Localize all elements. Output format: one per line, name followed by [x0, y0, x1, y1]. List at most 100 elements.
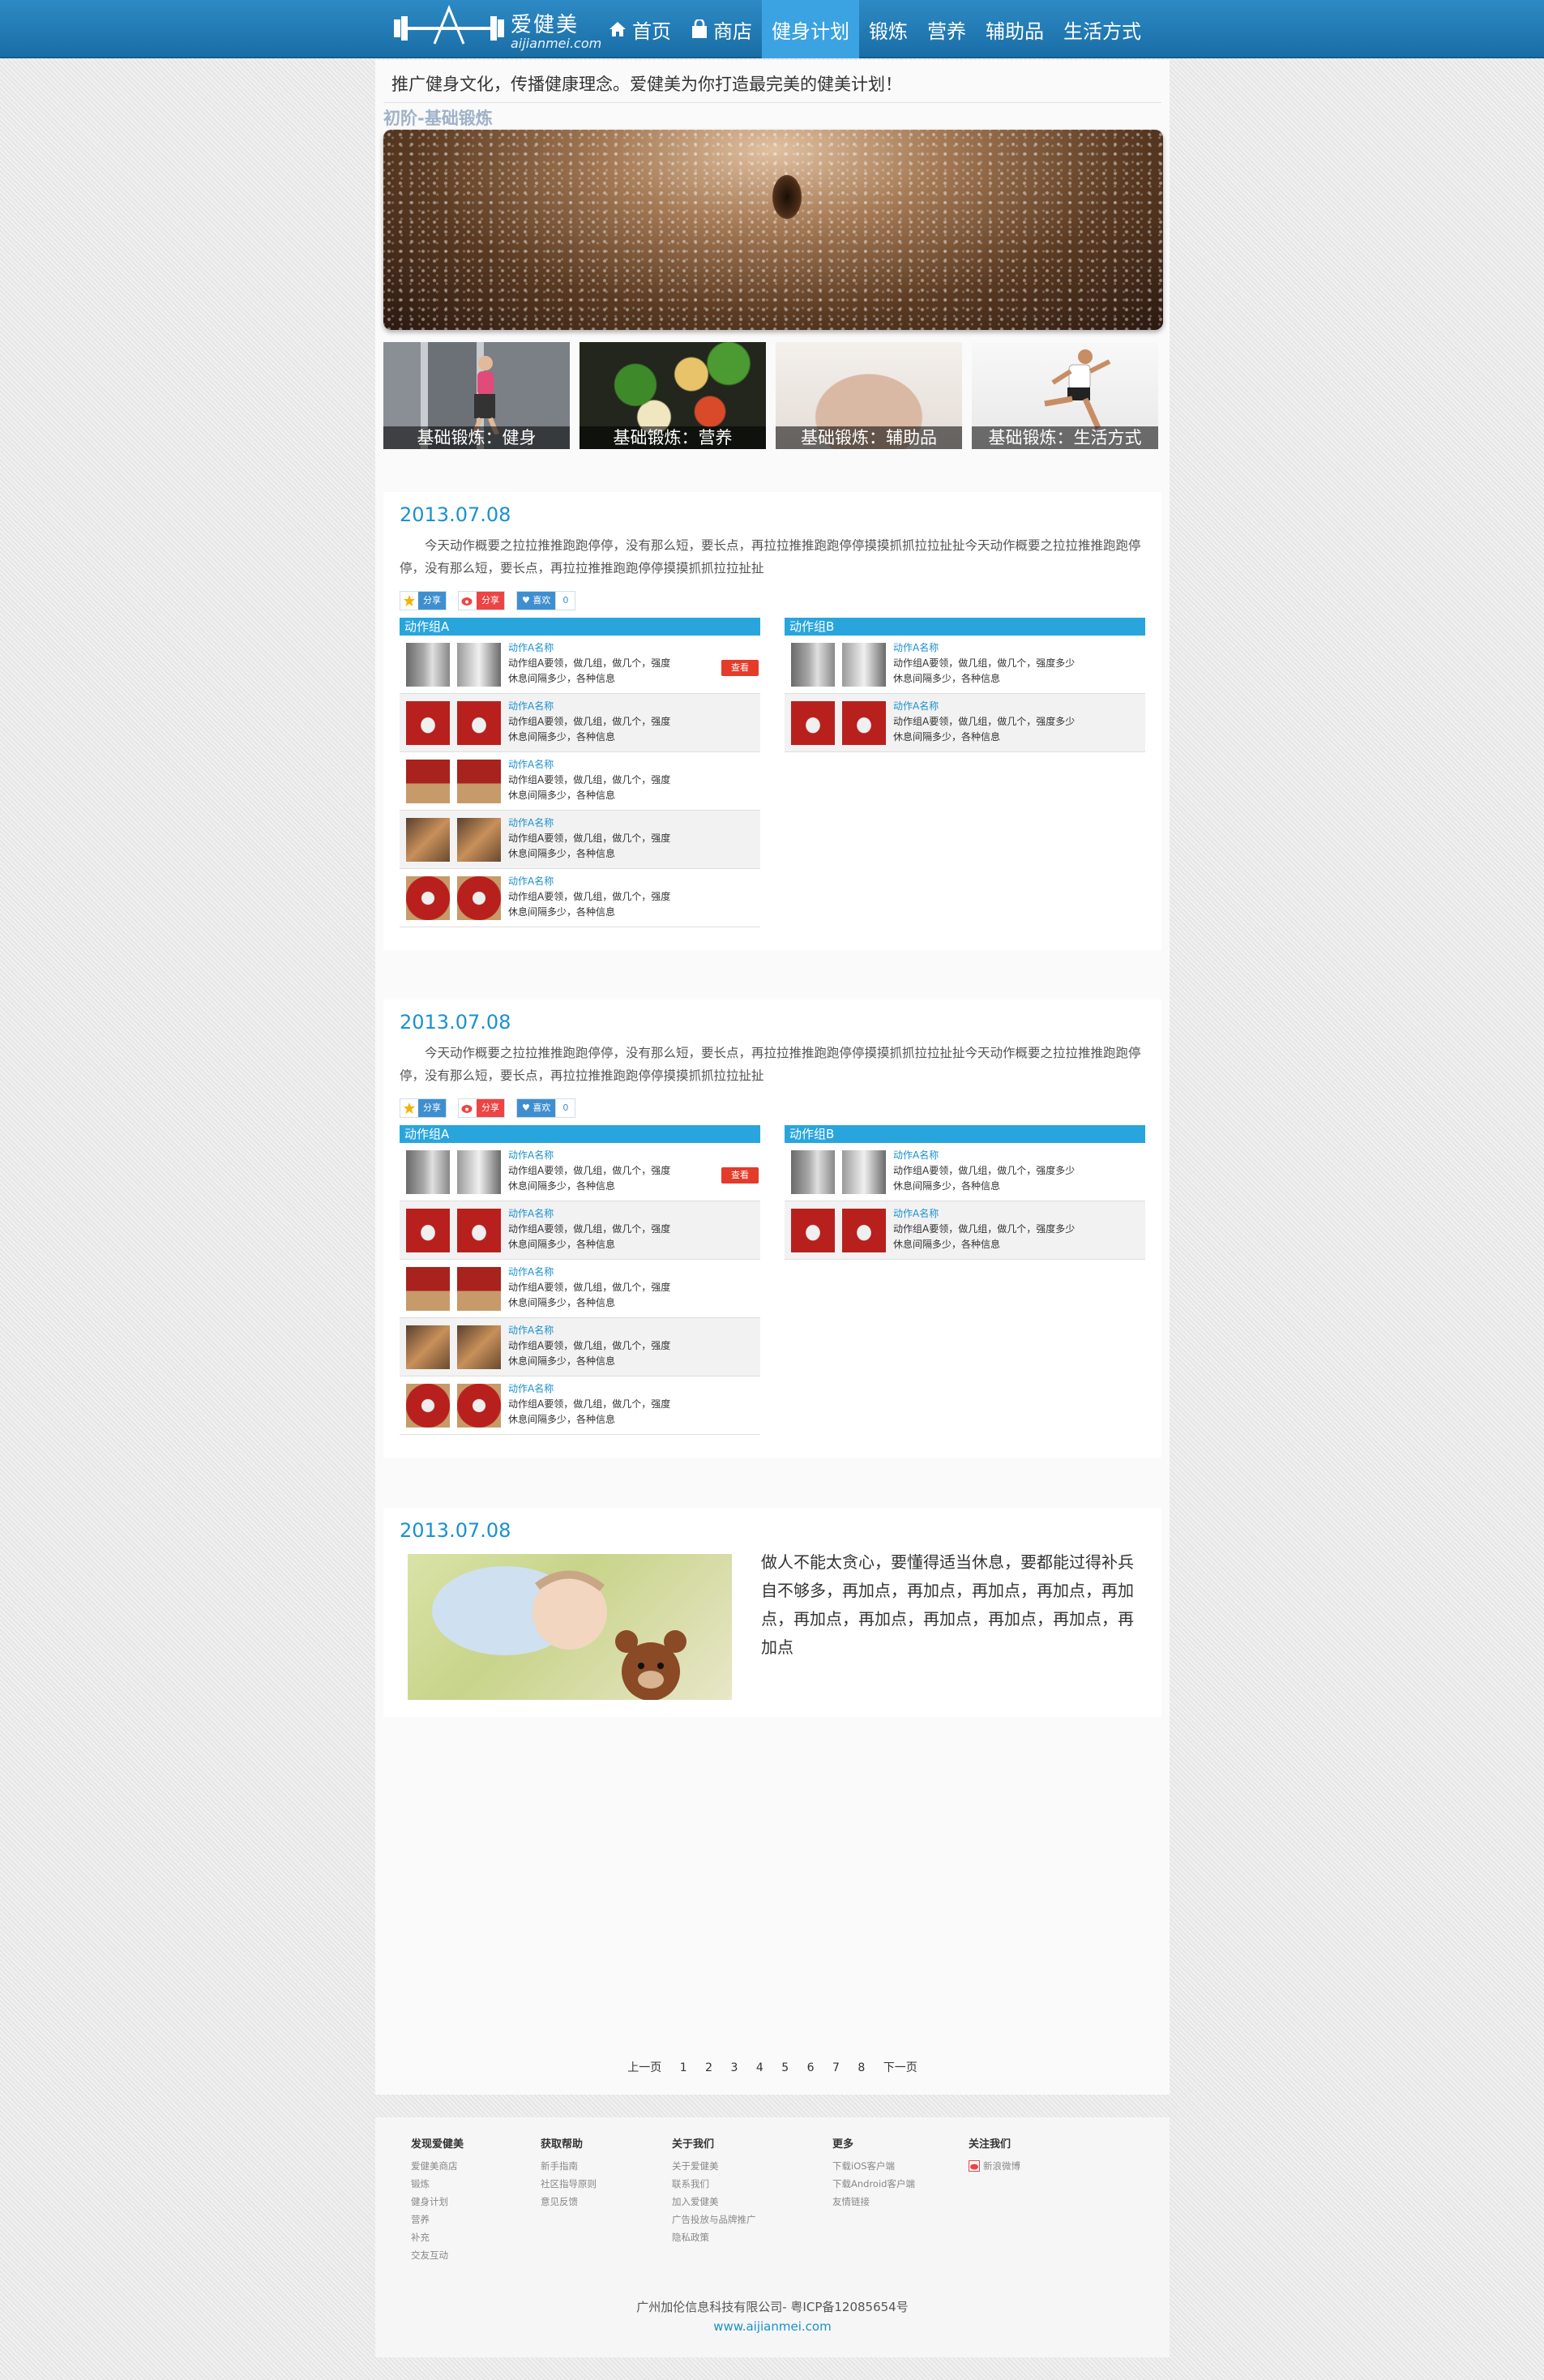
exercise-row[interactable]: 动作A名称 动作组A要领，做几组，做几个，强度 休息间隔多少，各种信息 查看	[400, 636, 760, 694]
footer-link[interactable]: 关于爱健美	[672, 2157, 756, 2175]
view-button[interactable]: 查看	[721, 660, 759, 676]
weibo-share-button[interactable]: 分享	[458, 1098, 505, 1118]
exercise-photo	[406, 643, 450, 687]
footer-link[interactable]: 交友互动	[411, 2246, 464, 2264]
nav-lifestyle[interactable]: 生活方式	[1054, 0, 1151, 58]
exercise-row[interactable]: 动作A名称 动作组A要领，做几组，做几个，强度 休息间隔多少，各种信息	[400, 1201, 760, 1260]
thumb-lifestyle[interactable]: 基础锻炼：生活方式	[972, 342, 1158, 449]
footer-link-weibo[interactable]: 新浪微博	[969, 2157, 1020, 2175]
nav-supplements-label: 辅助品	[986, 19, 1044, 43]
thumb-fitness-label: 基础锻炼：健身	[383, 426, 570, 449]
exercise-row[interactable]: 动作A名称 动作组A要领，做几组，做几个，强度 休息间隔多少，各种信息	[400, 1260, 760, 1318]
exercise-desc: 动作组A要领，做几组，做几个，强度	[508, 1340, 671, 1351]
shopping-bag-icon	[692, 19, 707, 38]
prev-page-link[interactable]: 上一页	[627, 2061, 661, 2074]
exercise-row[interactable]: 动作A名称 动作组A要领，做几组，做几个，强度 休息间隔多少，各种信息	[400, 752, 760, 811]
page-link[interactable]: 8	[858, 2061, 865, 2074]
page-link[interactable]: 7	[832, 2061, 840, 2074]
exercise-desc: 动作组A要领，做几组，做几个，强度	[508, 1398, 671, 1410]
thumb-lifestyle-label: 基础锻炼：生活方式	[972, 426, 1158, 449]
sleeping-baby-photo	[408, 1554, 732, 1700]
share-button[interactable]: 分享	[400, 591, 447, 610]
exercise-name: 动作A名称	[893, 1149, 939, 1161]
exercise-desc: 动作组A要领，做几组，做几个，强度	[508, 833, 671, 844]
footer-heading: 更多	[832, 2138, 854, 2151]
footer-link[interactable]: 友情链接	[832, 2193, 915, 2211]
exercise-photo	[457, 1209, 501, 1252]
exercise-row[interactable]: 动作A名称 动作组A要领，做几组，做几个，强度 休息间隔多少，各种信息	[400, 694, 760, 752]
pagination: 上一页 1 2 3 4 5 6 7 8 下一页	[375, 2059, 1170, 2075]
footer-link[interactable]: 加入爱健美	[672, 2193, 756, 2211]
footer-link[interactable]: 联系我们	[672, 2175, 756, 2193]
exercise-photo	[457, 1325, 501, 1369]
category-thumbnails: 基础锻炼：健身 基础锻炼：营养 基础锻炼：辅助品 基础锻炼：生活方式	[383, 342, 1163, 449]
footer-link[interactable]: 补充	[411, 2228, 464, 2246]
article-date: 2013.07.08	[400, 503, 511, 526]
exercise-rest: 休息间隔多少，各种信息	[508, 1414, 616, 1425]
view-button[interactable]: 查看	[721, 1167, 759, 1184]
nav-workout[interactable]: 锻炼	[859, 0, 917, 58]
page-link[interactable]: 6	[807, 2061, 815, 2074]
footer-link[interactable]: 新手指南	[541, 2157, 597, 2175]
footer-link[interactable]: 下载iOS客户端	[832, 2157, 915, 2175]
page-link[interactable]: 2	[705, 2061, 712, 2074]
site-url-link[interactable]: www.aijianmei.com	[375, 2317, 1170, 2336]
exercise-desc: 动作组A要领，做几组，做几个，强度	[508, 1165, 671, 1176]
story-date: 2013.07.08	[400, 1519, 511, 1542]
main-nav: 首页 商店 健身计划 锻炼 营养 辅助品 生活方式	[598, 0, 1151, 58]
exercise-rest: 休息间隔多少，各种信息	[508, 731, 616, 743]
footer-link[interactable]: 广告投放与品牌推广	[672, 2211, 756, 2228]
exercise-rest: 休息间隔多少，各种信息	[508, 673, 616, 684]
page-link[interactable]: 3	[730, 2061, 738, 2074]
site-logo[interactable]: 爱健美 aijianmei.com	[392, 5, 601, 54]
thumb-supplements[interactable]: 基础锻炼：辅助品	[776, 342, 962, 449]
exercise-row[interactable]: 动作A名称 动作组A要领，做几组，做几个，强度多少 休息间隔多少，各种信息	[785, 1201, 1145, 1260]
thumb-nutrition[interactable]: 基础锻炼：营养	[580, 342, 766, 449]
article-card: 2013.07.08 今天动作概要之拉拉推推跑跑停停，没有那么短，要长点，再拉拉…	[383, 492, 1161, 950]
footer-link[interactable]: 爱健美商店	[411, 2157, 464, 2175]
exercise-desc: 动作组A要领，做几组，做几个，强度多少	[893, 1223, 1076, 1235]
exercise-photo	[406, 701, 450, 745]
nav-supplements[interactable]: 辅助品	[976, 0, 1054, 58]
weibo-share-button[interactable]: 分享	[458, 591, 505, 610]
nav-shop[interactable]: 商店	[681, 0, 762, 58]
breadcrumb[interactable]: 初阶-基础锻炼	[383, 105, 493, 130]
exercise-row[interactable]: 动作A名称 动作组A要领，做几组，做几个，强度 休息间隔多少，各种信息 查看	[400, 1143, 760, 1201]
page-link[interactable]: 4	[756, 2061, 763, 2074]
exercise-row[interactable]: 动作A名称动作组A要领，做几组，做几个，强度 休息间隔多少，各种信息	[400, 1376, 760, 1435]
page-link[interactable]: 5	[781, 2061, 789, 2074]
article-card: 2013.07.08 今天动作概要之拉拉推推跑跑停停，没有那么短，要长点，再拉拉…	[383, 1000, 1161, 1458]
like-button[interactable]: ♥ 喜欢 0	[516, 591, 576, 610]
exercise-row[interactable]: 动作A名称 动作组A要领，做几组，做几个，强度多少 休息间隔多少，各种信息	[785, 636, 1145, 694]
footer-link[interactable]: 隐私政策	[672, 2228, 756, 2246]
divider	[383, 102, 1161, 103]
exercise-photo	[457, 760, 501, 803]
footer-link[interactable]: 下载Android客户端	[832, 2175, 915, 2193]
next-page-link[interactable]: 下一页	[883, 2061, 917, 2074]
footer-link[interactable]: 营养	[411, 2211, 464, 2228]
thumb-fitness[interactable]: 基础锻炼：健身	[383, 342, 570, 449]
nav-home[interactable]: 首页	[598, 0, 681, 58]
exercise-photo	[406, 1209, 450, 1252]
exercise-row[interactable]: 动作A名称 动作组A要领，做几组，做几个，强度 休息间隔多少，各种信息	[400, 1318, 760, 1376]
footer-link[interactable]: 意见反馈	[541, 2193, 597, 2211]
exercise-row[interactable]: 动作A名称 动作组A要领，做几组，做几个，强度多少 休息间隔多少，各种信息	[785, 1143, 1145, 1201]
exercise-desc: 动作组A要领，做几组，做几个，强度	[508, 891, 671, 902]
nav-nutrition[interactable]: 营养	[917, 0, 976, 58]
like-button[interactable]: ♥ 喜欢 0	[516, 1098, 576, 1118]
exercise-photo	[406, 876, 450, 920]
exercise-photo	[842, 701, 886, 745]
footer-link[interactable]: 锻炼	[411, 2175, 464, 2193]
exercise-row[interactable]: 动作A名称 动作组A要领，做几组，做几个，强度 休息间隔多少，各种信息	[400, 811, 760, 869]
nav-fitness-plan[interactable]: 健身计划	[762, 0, 859, 58]
exercise-name: 动作A名称	[508, 1383, 554, 1394]
exercise-photo	[406, 1267, 450, 1311]
footer-link[interactable]: 健身计划	[411, 2193, 464, 2211]
page-link[interactable]: 1	[680, 2061, 687, 2074]
footer-link[interactable]: 社区指导原则	[541, 2175, 597, 2193]
exercise-row[interactable]: 动作A名称 动作组A要领，做几组，做几个，强度 休息间隔多少，各种信息	[400, 869, 760, 927]
exercise-row[interactable]: 动作A名称 动作组A要领，做几组，做几个，强度多少 休息间隔多少，各种信息	[785, 694, 1145, 752]
weibo-icon	[969, 2160, 980, 2172]
share-button[interactable]: 分享	[400, 1098, 447, 1118]
exercise-photo	[842, 1209, 886, 1252]
